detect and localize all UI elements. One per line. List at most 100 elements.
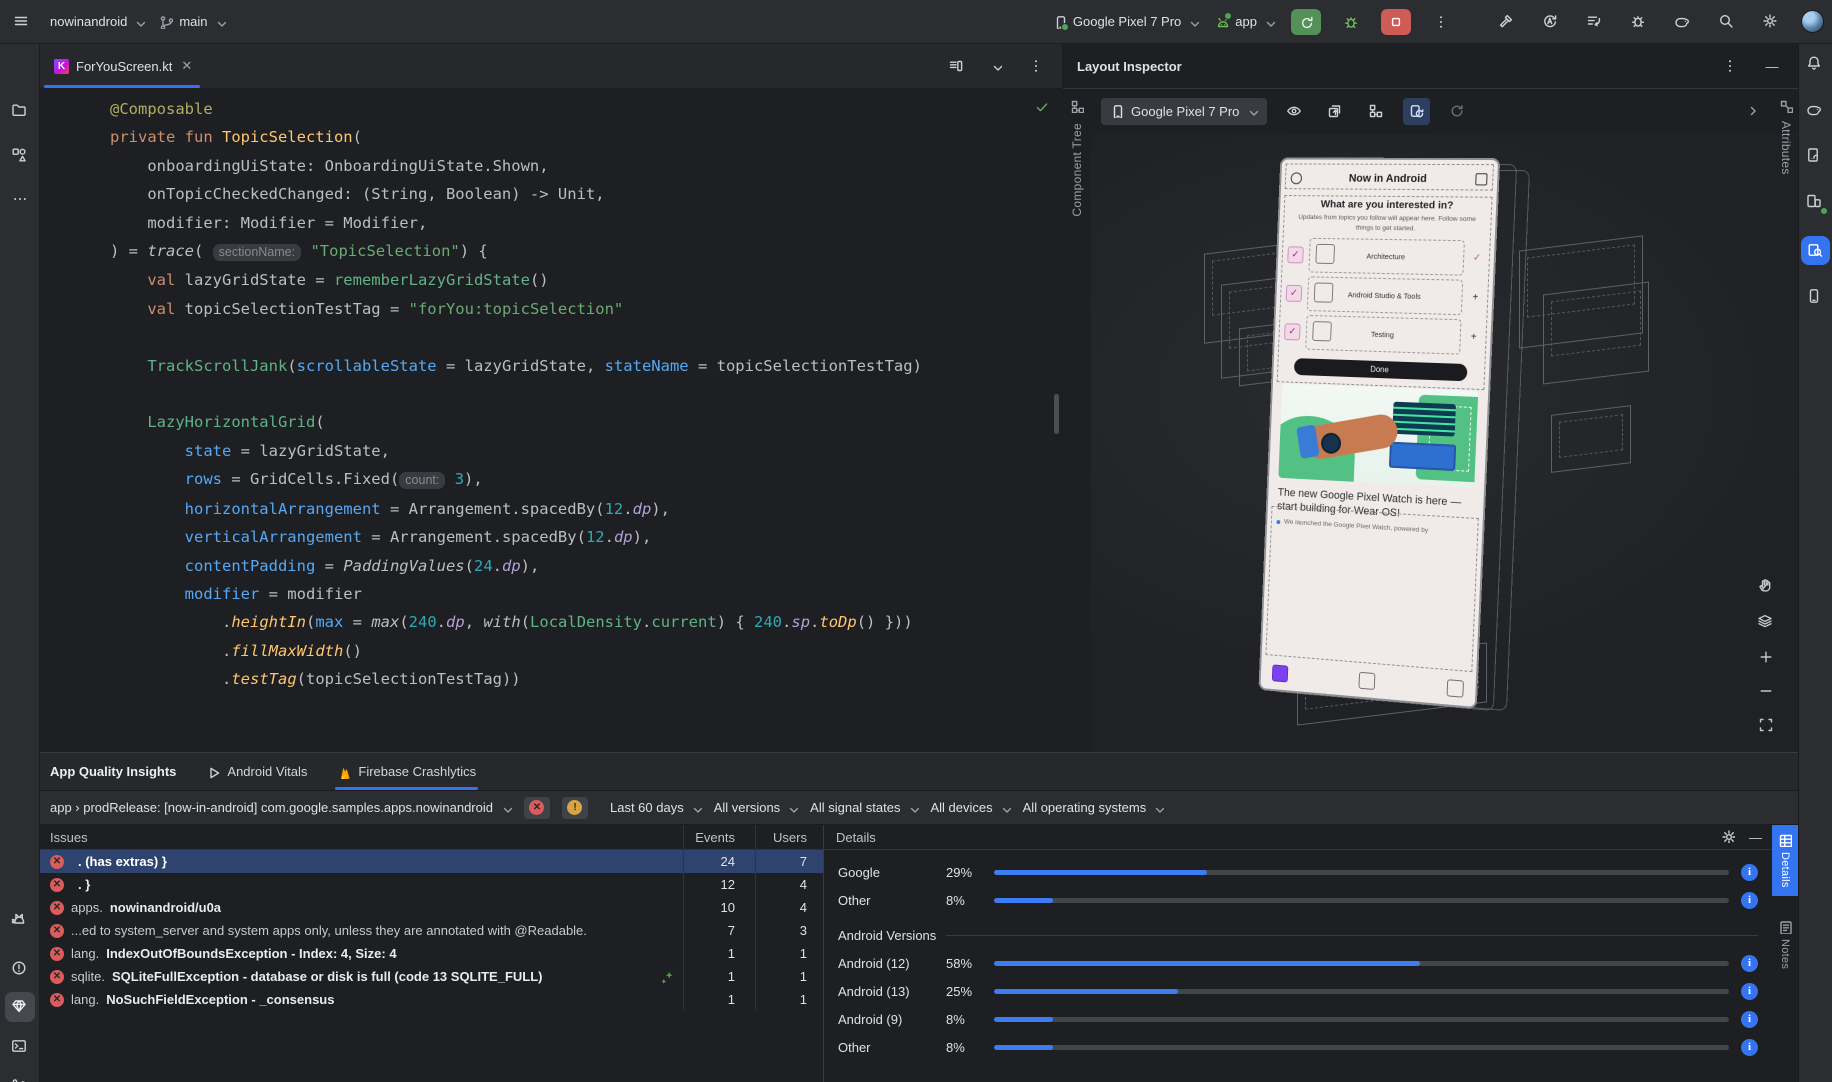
info-icon[interactable]: i <box>1741 954 1758 972</box>
pan-mode-button[interactable] <box>1757 577 1775 598</box>
attributes-label[interactable]: Attributes <box>1779 121 1793 175</box>
filter-dropdown[interactable]: All devices <box>931 800 1011 815</box>
code-content[interactable]: @Composable private fun TopicSelection( o… <box>40 95 1062 694</box>
issue-row[interactable]: ✕ lang. NoSuchFieldException - _consensus 1… <box>40 988 823 1011</box>
issue-row[interactable]: ✕ lang. IndexOutOfBoundsException - Index:… <box>40 942 823 965</box>
panel-title-app-quality-insights[interactable]: App Quality Insights <box>50 764 176 779</box>
issue-row[interactable]: ✕ ...ed to system_server and system apps … <box>40 919 823 942</box>
issue-row[interactable]: ✕. (has extras) } 24 7 <box>40 850 823 873</box>
version-control-tool-button[interactable] <box>5 1072 35 1082</box>
more-run-actions-button[interactable] <box>1427 9 1455 35</box>
column-issues[interactable]: Issues <box>40 830 683 845</box>
code-line[interactable] <box>110 323 1062 351</box>
code-line[interactable]: onboardingUiState: OnboardingUiState.Sho… <box>110 152 1062 180</box>
problems-tool-button[interactable] <box>5 954 35 984</box>
filter-dropdown[interactable]: Last 60 days <box>610 800 702 815</box>
component-tree-label[interactable]: Component Tree <box>1070 123 1084 217</box>
side-tab-details[interactable]: Details <box>1772 825 1798 896</box>
filter-dropdown[interactable]: All signal states <box>810 800 919 815</box>
running-devices-tool-button[interactable] <box>1806 193 1828 215</box>
column-events[interactable]: Events <box>683 825 755 849</box>
stop-app-button[interactable] <box>1381 8 1411 35</box>
code-line[interactable]: onTopicCheckedChanged: (String, Boolean)… <box>110 180 1062 208</box>
profiler-button[interactable] <box>1625 9 1653 35</box>
editor-options-button[interactable] <box>1022 53 1050 79</box>
sync-alt-button[interactable] <box>1537 9 1565 35</box>
code-line[interactable]: verticalArrangement = Arrangement.spaced… <box>110 523 1062 551</box>
code-line[interactable]: private fun TopicSelection( <box>110 123 1062 151</box>
code-line[interactable] <box>110 380 1062 408</box>
device-manager-tool-button[interactable] <box>1806 147 1826 170</box>
module-scope-selector[interactable]: app › prodRelease: [now-in-android] com.… <box>50 800 512 815</box>
user-avatar[interactable] <box>1801 10 1824 33</box>
info-icon[interactable]: i <box>1741 891 1758 909</box>
attributes-stripe[interactable]: Attributes <box>1773 89 1799 279</box>
info-icon[interactable]: i <box>1741 1010 1758 1028</box>
code-line[interactable]: .testTag(topicSelectionTestTag)) <box>110 665 1062 693</box>
vcs-branch-selector[interactable]: main <box>159 14 226 29</box>
gradle-tool-button[interactable] <box>1806 101 1826 124</box>
code-line[interactable]: val topicSelectionTestTag = "forYou:topi… <box>110 295 1062 323</box>
details-settings-button[interactable] <box>1721 829 1736 846</box>
code-line[interactable]: @Composable <box>110 95 1062 123</box>
more-tool-windows-button[interactable] <box>5 184 35 214</box>
code-line[interactable]: val lazyGridState = rememberLazyGridStat… <box>110 266 1062 294</box>
toggle-fatal-issues-button[interactable]: ✕ <box>523 796 550 819</box>
code-line[interactable]: ) = trace( sectionName: "TopicSelection"… <box>110 237 1062 266</box>
ai-insights-sparkle-icon[interactable] <box>659 970 673 984</box>
project-selector[interactable]: nowinandroid <box>50 14 146 29</box>
code-line[interactable]: horizontalArrangement = Arrangement.spac… <box>110 495 1062 523</box>
view-options-button[interactable] <box>1280 98 1308 124</box>
code-line[interactable]: rows = GridCells.Fixed(count: 3), <box>110 465 1062 494</box>
editor-layout-button[interactable] <box>942 53 970 79</box>
build-button[interactable] <box>1493 9 1521 35</box>
toggle-3d-mode-button[interactable] <box>1757 613 1775 634</box>
logcat-tool-button[interactable] <box>5 904 35 934</box>
device-selector[interactable]: Google Pixel 7 Pro <box>1053 14 1200 31</box>
toggle-deep-inspect-button[interactable] <box>1362 98 1390 124</box>
gradle-sync-button[interactable] <box>1669 9 1697 35</box>
inspector-options-button[interactable] <box>1716 53 1744 79</box>
details-minimize-button[interactable]: — <box>1749 830 1762 845</box>
hide-tabs-button[interactable] <box>982 53 1010 79</box>
search-everywhere-button[interactable] <box>1713 9 1741 35</box>
issue-row[interactable]: ✕. } 12 4 <box>40 873 823 896</box>
code-line[interactable]: modifier = modifier <box>110 580 1062 608</box>
filter-dropdown[interactable]: All versions <box>714 800 799 815</box>
tab-firebase-crashlytics[interactable]: Firebase Crashlytics <box>335 753 478 790</box>
zoom-to-fit-button[interactable] <box>1758 717 1774 736</box>
refresh-view-button[interactable] <box>1443 98 1471 124</box>
app-quality-insights-tool-button[interactable] <box>4 992 35 1022</box>
debug-app-button[interactable] <box>1337 9 1365 35</box>
main-menu-button[interactable] <box>8 9 36 35</box>
info-icon[interactable]: i <box>1741 863 1758 881</box>
resource-manager-tool-button[interactable] <box>5 141 35 171</box>
code-line[interactable]: LazyHorizontalGrid( <box>110 408 1062 436</box>
component-tree-stripe[interactable]: Component Tree <box>1063 89 1091 751</box>
info-icon[interactable]: i <box>1741 1038 1758 1056</box>
code-line[interactable]: TrackScrollJank(scrollableState = lazyGr… <box>110 352 1062 380</box>
snapshot-export-button[interactable] <box>1321 98 1349 124</box>
inspector-minimize-button[interactable]: — <box>1758 53 1786 79</box>
rerun-app-button[interactable] <box>1291 8 1321 35</box>
code-editor[interactable]: @Composable private fun TopicSelection( o… <box>40 89 1062 752</box>
filter-dropdown[interactable]: All operating systems <box>1023 800 1165 815</box>
device-explorer-tool-button[interactable] <box>1806 288 1826 311</box>
editor-scrollbar[interactable] <box>1054 394 1059 434</box>
live-updates-button[interactable] <box>1403 97 1431 125</box>
notifications-button[interactable] <box>1806 55 1826 78</box>
terminal-tool-button[interactable] <box>5 1032 35 1062</box>
layout-inspector-tool-button[interactable] <box>1801 236 1830 265</box>
close-tab-icon[interactable]: ✕ <box>181 58 192 74</box>
inspected-device-screen[interactable]: Now in Android What are you interested i… <box>1258 157 1501 710</box>
project-tool-button[interactable] <box>5 96 35 126</box>
code-line[interactable]: contentPadding = PaddingValues(24.dp), <box>110 552 1062 580</box>
code-line[interactable]: .heightIn(max = max(240.dp, with(LocalDe… <box>110 608 1062 636</box>
code-line[interactable]: modifier: Modifier = Modifier, <box>110 209 1062 237</box>
editor-tab-foryouscreen[interactable]: K ForYouScreen.kt ✕ <box>40 44 204 88</box>
run-configurations-list-button[interactable] <box>1581 9 1609 35</box>
issue-row[interactable]: ✕ sqlite. SQLiteFullException - database o… <box>40 965 823 988</box>
info-icon[interactable]: i <box>1741 982 1758 1000</box>
run-configuration-selector[interactable]: app <box>1215 11 1275 29</box>
toolbar-overflow-chevron[interactable] <box>1745 103 1759 120</box>
